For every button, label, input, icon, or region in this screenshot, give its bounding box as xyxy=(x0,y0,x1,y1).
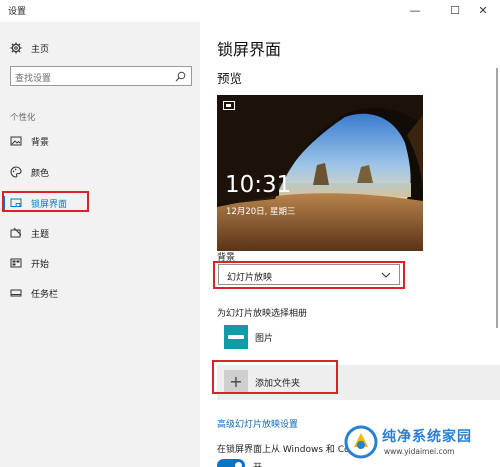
search-input[interactable]: 查找设置 xyxy=(10,66,192,86)
taskbar-icon xyxy=(10,289,22,297)
sidebar-item-colors[interactable]: 颜色 xyxy=(0,162,200,182)
window-title: 设置 xyxy=(8,7,27,17)
preview-date: 12月20日, 星期三 xyxy=(226,207,296,217)
preview-time: 10:31 xyxy=(225,172,292,198)
lock-screen-preview: 10:31 12月20日, 星期三 xyxy=(217,95,423,251)
toggle-label: 开 xyxy=(253,460,262,467)
sidebar: 主页 查找设置 个性化 背景 颜色 锁屏界面 主题 开始 任务栏 xyxy=(0,22,200,467)
watermark-url: www.yidaimei.com xyxy=(384,447,455,456)
watermark-logo-icon xyxy=(344,425,378,459)
album-item[interactable]: 图片 xyxy=(224,325,273,349)
preview-heading: 预览 xyxy=(217,71,243,86)
highlight-box xyxy=(2,191,89,212)
sidebar-item-label: 任务栏 xyxy=(31,289,59,300)
main-content: 锁屏界面 预览 10:31 12月20日, 星期三 背景 幻灯片放映 为幻灯片放… xyxy=(200,22,500,467)
sidebar-item-start[interactable]: 开始 xyxy=(0,253,200,273)
sidebar-item-label: 主题 xyxy=(31,229,50,240)
sidebar-item-label: 开始 xyxy=(31,259,50,270)
album-item-label: 图片 xyxy=(255,333,274,344)
watermark: 纯净系统家园 www.yidaimei.com xyxy=(344,423,496,463)
close-button[interactable]: ✕ xyxy=(466,0,500,22)
picture-icon xyxy=(10,136,22,146)
section-label: 个性化 xyxy=(10,113,36,123)
sidebar-item-themes[interactable]: 主题 xyxy=(0,223,200,243)
sidebar-item-label: 颜色 xyxy=(31,168,50,179)
start-icon xyxy=(10,258,22,268)
gear-icon xyxy=(10,42,22,54)
search-icon xyxy=(175,71,186,82)
search-placeholder: 查找设置 xyxy=(15,74,52,84)
sidebar-item-taskbar[interactable]: 任务栏 xyxy=(0,283,200,303)
watermark-brand: 纯净系统家园 xyxy=(382,429,472,445)
slideshow-icon xyxy=(223,101,235,110)
nav-home-label: 主页 xyxy=(31,44,50,55)
sidebar-item-background[interactable]: 背景 xyxy=(0,131,200,151)
toggle-switch[interactable] xyxy=(217,459,245,467)
option-text: 在锁屏界面上从 Windows 和 Co xyxy=(217,445,350,455)
minimize-button[interactable]: — xyxy=(398,0,432,22)
advanced-slideshow-link[interactable]: 高级幻灯片放映设置 xyxy=(217,417,298,430)
highlight-box xyxy=(213,261,405,289)
theme-icon xyxy=(10,227,22,238)
folder-icon xyxy=(224,325,248,349)
album-label: 为幻灯片放映选择相册 xyxy=(217,309,308,319)
scrollbar[interactable] xyxy=(496,68,498,328)
palette-icon xyxy=(10,166,22,178)
nav-home[interactable]: 主页 xyxy=(10,40,49,56)
page-title: 锁屏界面 xyxy=(217,40,282,59)
title-bar: 设置 — ☐ ✕ xyxy=(0,0,500,22)
highlight-box xyxy=(212,360,338,394)
sidebar-item-label: 背景 xyxy=(31,137,50,148)
